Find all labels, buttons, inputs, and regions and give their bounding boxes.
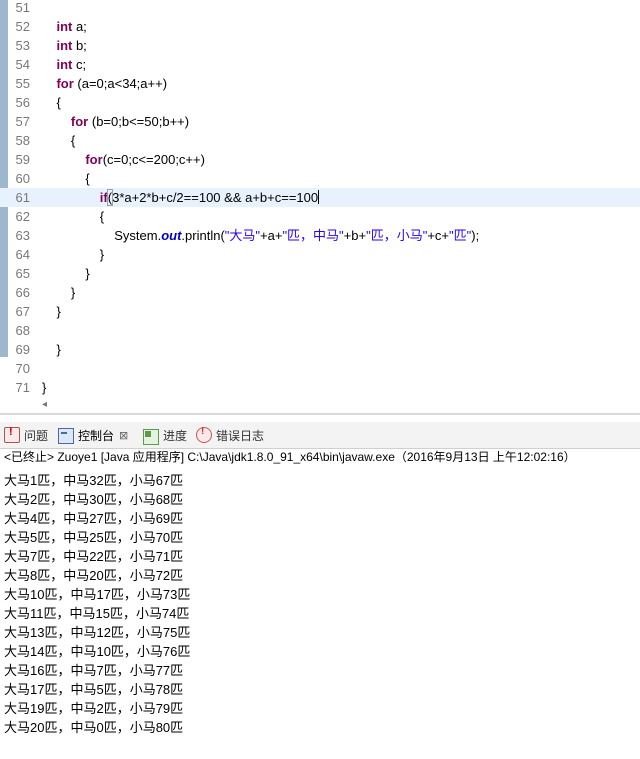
console-line: 大马13匹，中马12匹，小马75匹 xyxy=(4,625,191,640)
code-editor[interactable]: 51 52 int a; 53 int b; 54 int c; 55 for (a=0… xyxy=(0,0,640,412)
console-line: 大马19匹，中马2匹，小马79匹 xyxy=(4,701,184,716)
line-number: 69 xyxy=(15,342,30,357)
console-line: 大马1匹，中马32匹，小马67匹 xyxy=(4,473,184,488)
progress-icon xyxy=(143,428,159,445)
horizontal-scrollbar[interactable]: ◂ xyxy=(38,397,640,412)
console-line: 大马2匹，中马30匹，小马68匹 xyxy=(4,492,184,507)
code-line[interactable]: 59 for(c=0;c<=200;c++) xyxy=(0,150,640,169)
scroll-left-icon[interactable]: ◂ xyxy=(42,397,47,412)
code-text[interactable]: } xyxy=(42,340,60,359)
code-text[interactable]: System.out.println("大马"+a+"匹，中马"+b+"匹，小马… xyxy=(42,226,479,245)
code-line[interactable]: 62 { xyxy=(0,207,640,226)
code-line[interactable]: 70 xyxy=(0,359,640,378)
line-number: 61 xyxy=(15,190,30,205)
code-text[interactable]: int b; xyxy=(42,36,86,55)
code-text[interactable]: if(3*a+2*b+c/2==100 && a+b+c==100 xyxy=(42,188,320,207)
code-line[interactable]: 64 } xyxy=(0,245,640,264)
tab-progress[interactable]: 进度 xyxy=(143,425,187,445)
tab-label: 控制台 xyxy=(78,428,115,443)
console-line: 大马8匹，中马20匹，小马72匹 xyxy=(4,568,184,583)
console-line: 大马7匹，中马22匹，小马71匹 xyxy=(4,549,184,564)
line-number: 56 xyxy=(15,95,30,110)
code-text[interactable]: int a; xyxy=(42,17,86,36)
line-number: 64 xyxy=(15,247,30,262)
problems-icon xyxy=(4,426,20,443)
line-number: 63 xyxy=(15,228,30,243)
line-number: 53 xyxy=(15,38,30,53)
line-number: 67 xyxy=(15,304,30,319)
line-number: 59 xyxy=(15,152,30,167)
line-number: 70 xyxy=(15,361,30,376)
code-text[interactable]: { xyxy=(42,169,89,188)
code-text[interactable]: } xyxy=(42,378,46,397)
line-number: 58 xyxy=(15,133,30,148)
code-text[interactable]: } xyxy=(42,245,104,264)
code-line[interactable]: 67 } xyxy=(0,302,640,321)
code-line[interactable]: 69 } xyxy=(0,340,640,359)
code-line[interactable]: 55 for (a=0;a<34;a++) xyxy=(0,74,640,93)
code-text[interactable]: } xyxy=(42,264,89,283)
line-number: 57 xyxy=(15,114,30,129)
code-text[interactable]: { xyxy=(42,93,60,112)
tab-label: 错误日志 xyxy=(216,428,265,443)
code-line[interactable]: 53 int b; xyxy=(0,36,640,55)
line-number: 62 xyxy=(15,209,30,224)
line-number: 60 xyxy=(15,171,30,186)
code-line[interactable]: 68 xyxy=(0,321,640,340)
tab-label: 问题 xyxy=(24,428,49,443)
tab-console[interactable]: 控制台 ⊠ xyxy=(58,425,128,445)
code-line[interactable]: 52 int a; xyxy=(0,17,640,36)
line-number: 51 xyxy=(15,0,30,15)
code-line[interactable]: 56 { xyxy=(0,93,640,112)
view-tab-bar: 问题 控制台 ⊠ 进度 错误日志 xyxy=(0,422,640,449)
code-line[interactable]: 57 for (b=0;b<=50;b++) xyxy=(0,112,640,131)
code-line[interactable]: 63 System.out.println("大马"+a+"匹，中马"+b+"匹… xyxy=(0,226,640,245)
code-line[interactable]: 71} xyxy=(0,378,640,397)
code-line[interactable]: 58 { xyxy=(0,131,640,150)
code-line[interactable]: 66 } xyxy=(0,283,640,302)
line-number: 66 xyxy=(15,285,30,300)
code-line[interactable]: 61 if(3*a+2*b+c/2==100 && a+b+c==100 xyxy=(0,188,640,207)
code-line[interactable]: 51 xyxy=(0,0,640,17)
console-line: 大马5匹，中马25匹，小马70匹 xyxy=(4,530,184,545)
console-line: 大马16匹，中马7匹，小马77匹 xyxy=(4,663,184,678)
console-output[interactable]: 大马1匹，中马32匹，小马67匹 大马2匹，中马30匹，小马68匹 大马4匹，中马2… xyxy=(4,471,190,737)
code-text[interactable]: int c; xyxy=(42,55,86,74)
line-number: 55 xyxy=(15,76,30,91)
code-text[interactable]: { xyxy=(42,131,75,150)
code-text[interactable]: for (a=0;a<34;a++) xyxy=(42,74,167,93)
console-line: 大马14匹，中马10匹，小马76匹 xyxy=(4,644,191,659)
line-number: 68 xyxy=(15,323,30,338)
tab-error-log[interactable]: 错误日志 xyxy=(196,425,264,445)
console-line: 大马10匹，中马17匹，小马73匹 xyxy=(4,587,191,602)
code-text[interactable]: for(c=0;c<=200;c++) xyxy=(42,150,205,169)
line-number: 65 xyxy=(15,266,30,281)
code-text[interactable]: } xyxy=(42,283,75,302)
line-number: 54 xyxy=(15,57,30,72)
line-number: 52 xyxy=(15,19,30,34)
code-text[interactable]: { xyxy=(42,207,104,226)
console-line: 大马11匹，中马15匹，小马74匹 xyxy=(4,606,190,621)
console-status-header: <已终止> Zuoye1 [Java 应用程序] C:\Java\jdk1.8.… xyxy=(4,450,576,464)
code-line[interactable]: 65 } xyxy=(0,264,640,283)
code-line[interactable]: 54 int c; xyxy=(0,55,640,74)
code-text[interactable]: for (b=0;b<=50;b++) xyxy=(42,112,189,131)
code-line[interactable]: 60 { xyxy=(0,169,640,188)
error-log-icon xyxy=(196,426,212,443)
close-icon[interactable]: ⊠ xyxy=(119,429,128,442)
console-icon xyxy=(58,428,74,444)
code-text[interactable]: } xyxy=(42,302,60,321)
console-line: 大马4匹，中马27匹，小马69匹 xyxy=(4,511,184,526)
line-number: 71 xyxy=(15,380,30,395)
panel-divider[interactable] xyxy=(0,413,640,415)
tab-label: 进度 xyxy=(163,428,188,443)
tab-problems[interactable]: 问题 xyxy=(4,425,48,445)
console-line: 大马20匹，中马0匹，小马80匹 xyxy=(4,720,184,735)
console-line: 大马17匹，中马5匹，小马78匹 xyxy=(4,682,184,697)
